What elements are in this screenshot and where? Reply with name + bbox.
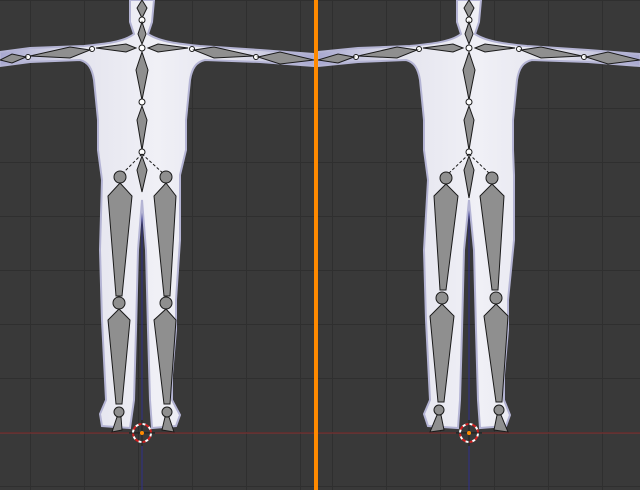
joint-ankle-l[interactable]: [161, 406, 173, 418]
joint-hip-l[interactable]: [159, 170, 173, 184]
3d-cursor-icon[interactable]: [456, 420, 482, 446]
joint-hip-r[interactable]: [439, 171, 453, 185]
viewport-left-scene: [0, 0, 314, 490]
joint-hip-r[interactable]: [113, 170, 127, 184]
joint-neck[interactable]: [138, 44, 146, 52]
viewport-right[interactable]: [318, 0, 640, 490]
joint-knee-r[interactable]: [435, 291, 449, 305]
joint-knee-l[interactable]: [489, 291, 503, 305]
joint-shoulder-l[interactable]: [189, 46, 195, 52]
viewport-left[interactable]: [0, 0, 314, 490]
joint-chest[interactable]: [465, 98, 473, 106]
joint-shoulder-l[interactable]: [516, 46, 522, 52]
joint-neck[interactable]: [465, 44, 473, 52]
joint-knee-r[interactable]: [112, 296, 126, 310]
joint-shoulder-r[interactable]: [416, 46, 422, 52]
joint-hip-l[interactable]: [485, 171, 499, 185]
joint-shoulder-r[interactable]: [89, 46, 95, 52]
joint-chest[interactable]: [138, 98, 146, 106]
viewport-right-scene: [318, 0, 640, 490]
joint-ankle-r[interactable]: [113, 406, 125, 418]
joint-ankle-r[interactable]: [433, 404, 445, 416]
blender-3d-view-split: [0, 0, 640, 490]
joint-ankle-l[interactable]: [493, 404, 505, 416]
character-mesh[interactable]: [318, 0, 640, 430]
joint-knee-l[interactable]: [159, 296, 173, 310]
